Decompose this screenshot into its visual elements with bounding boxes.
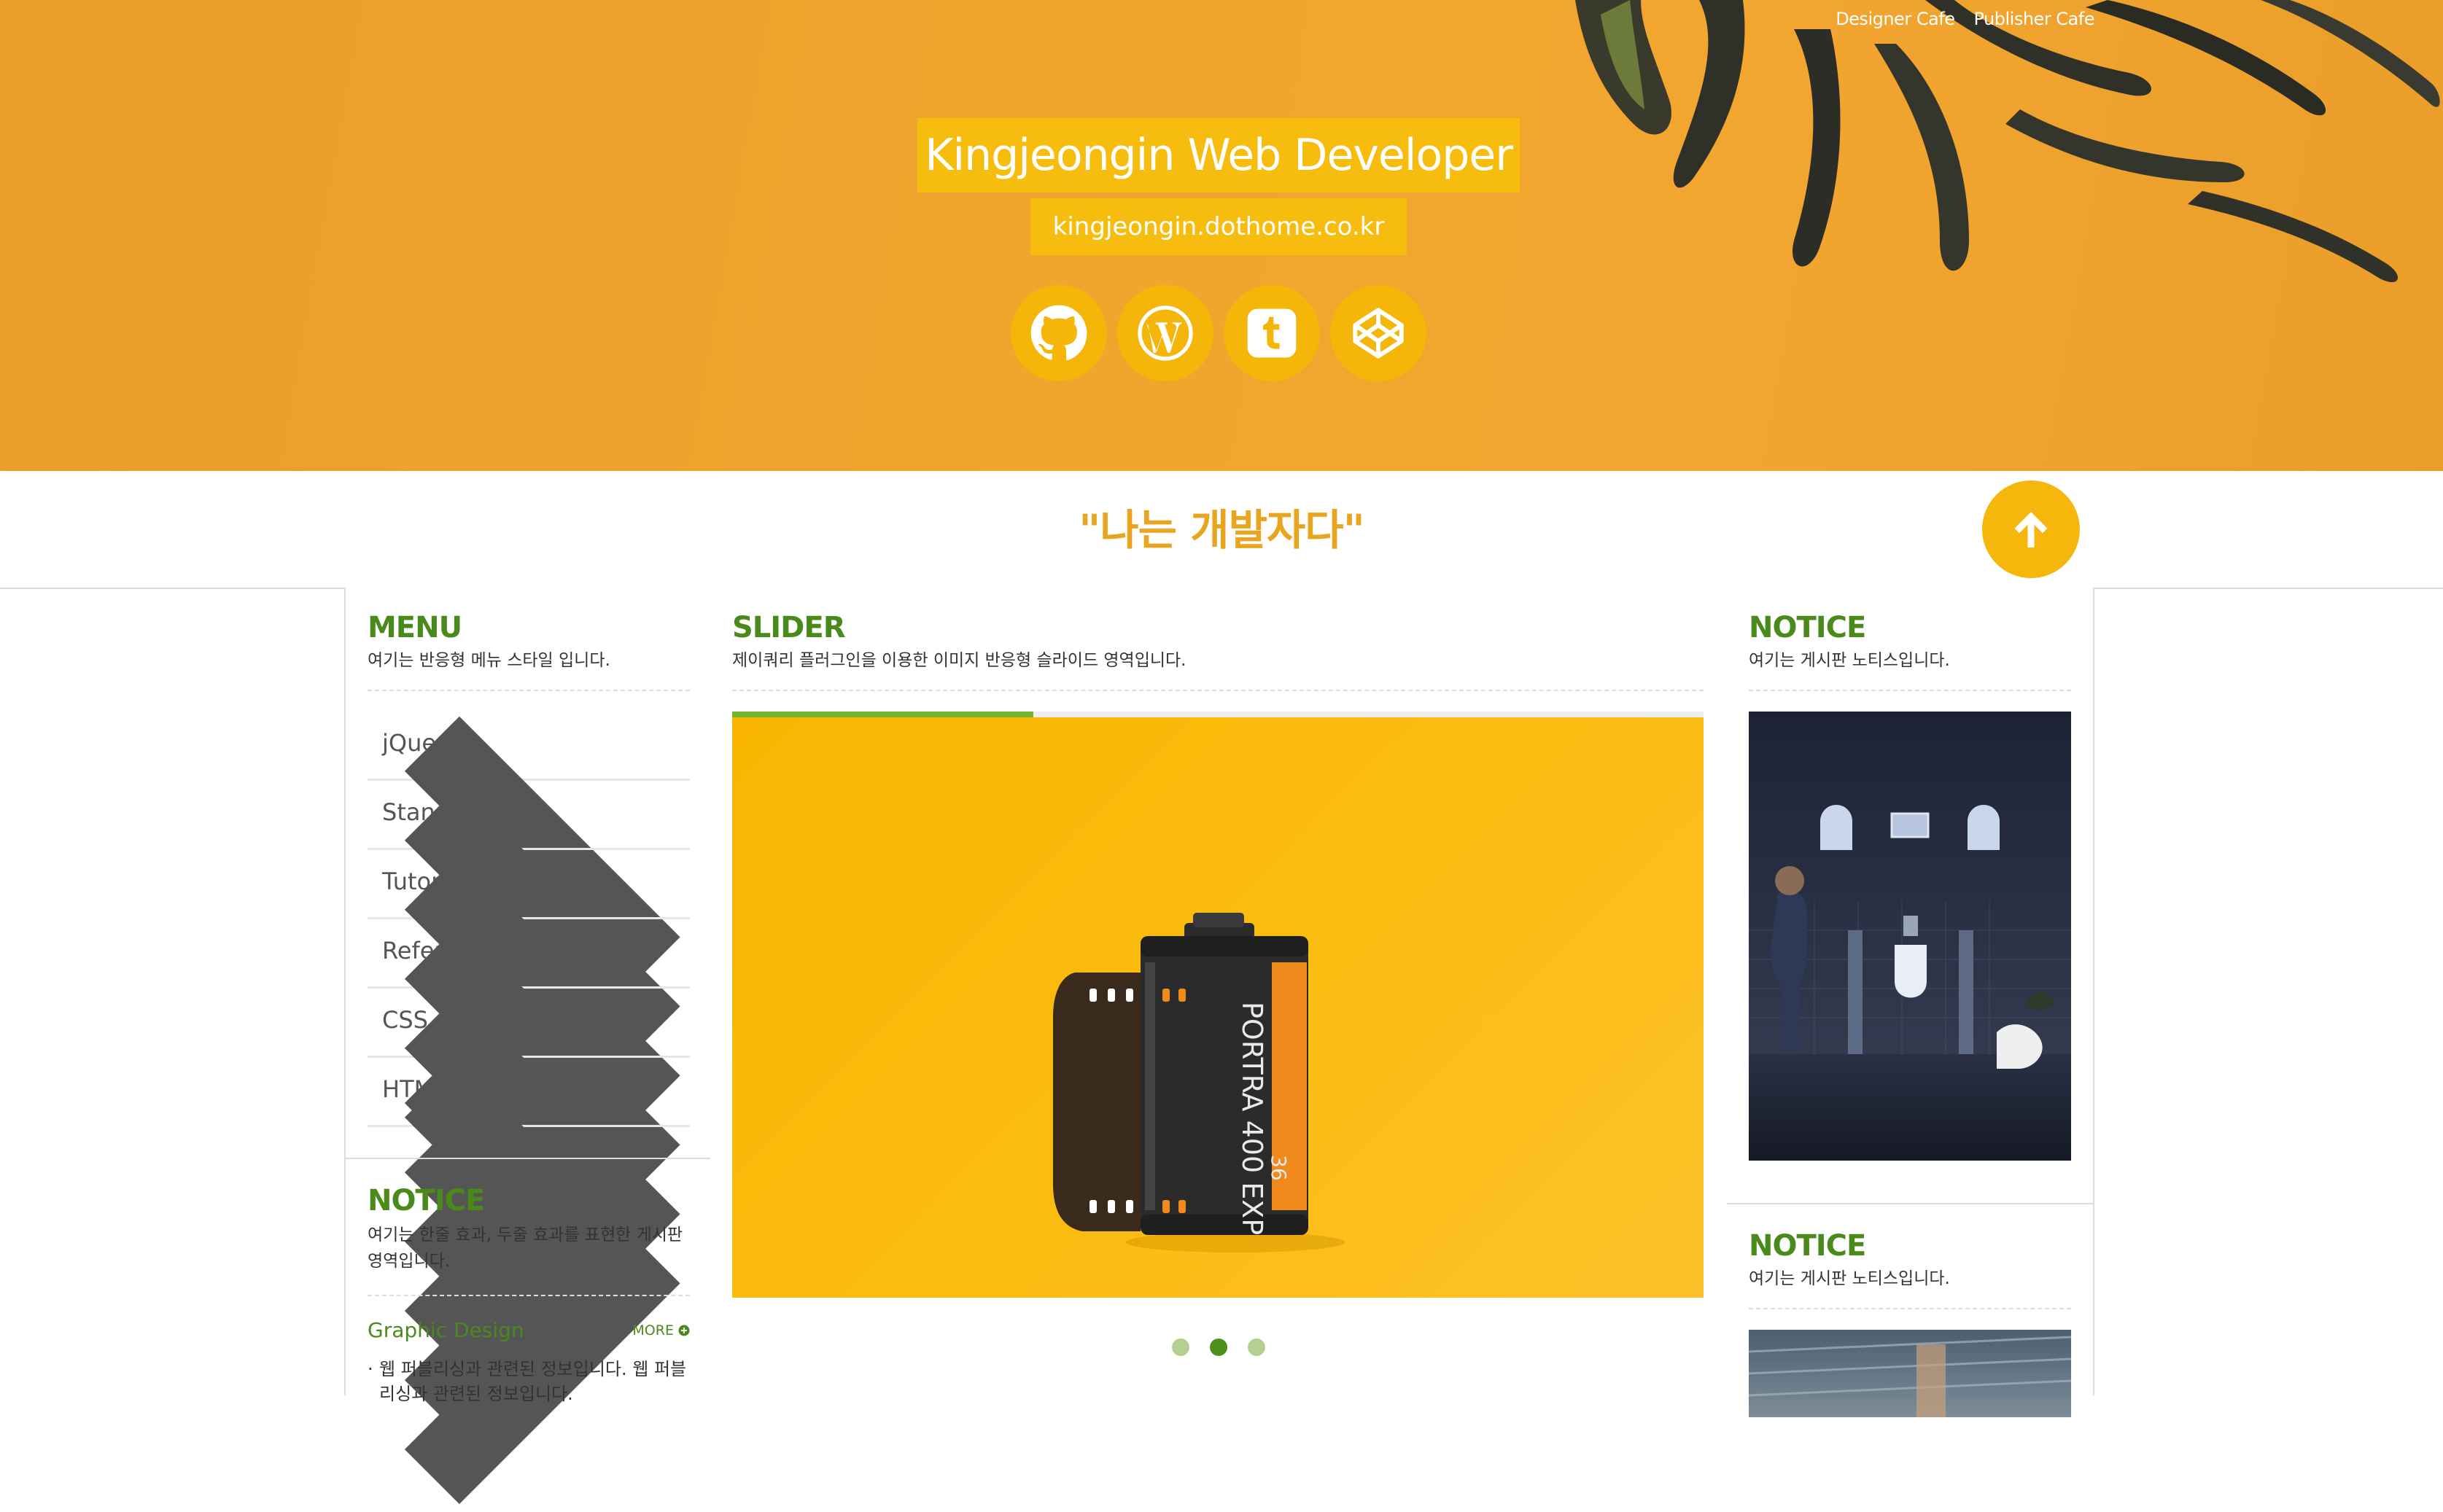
tumblr-button[interactable] (1224, 285, 1320, 381)
restroom-photo (1749, 712, 2071, 1161)
site-url[interactable]: kingjeongin.dothome.co.kr (1030, 198, 1407, 255)
plus-circle-icon (678, 1325, 690, 1336)
menu-item-reference[interactable]: Reference (368, 919, 690, 1366)
slider-progress-track (732, 712, 1704, 717)
menu-desc: 여기는 반응형 메뉴 스타일 입니다. (368, 651, 610, 670)
film-label: PORTRA 400 EXP (1236, 1002, 1268, 1235)
notice-title: NOTICE (1749, 611, 1866, 644)
menu-item-label: CSS (382, 1006, 428, 1034)
notice-image[interactable] (1749, 712, 2071, 1161)
slider-title: SLIDER (732, 611, 846, 644)
codepen-button[interactable] (1330, 285, 1426, 381)
github-icon (1030, 305, 1087, 361)
film-canister-image: PORTRA 400 EXP 36 (1053, 913, 1345, 1252)
menu-item-label: Standard (382, 798, 489, 826)
left-column: MENU 여기는 반응형 메뉴 스타일 입니다. jQuery Standard… (344, 588, 713, 1505)
wordpress-icon (1138, 305, 1193, 361)
tagline-bar: "나는 개발자다" (0, 471, 2443, 589)
notice-title: NOTICE (368, 1184, 485, 1217)
divider (1749, 690, 2071, 691)
notice-desc: 여기는 게시판 노티스입니다. (1749, 651, 1950, 670)
codepen-icon (1353, 308, 1404, 359)
menu-title: MENU (368, 611, 462, 644)
plant-illustration (1575, 0, 2440, 283)
designer-cafe-link[interactable]: Designer Cafe (1836, 9, 1955, 29)
menu-item-label: Reference (382, 937, 500, 965)
slider-pagination (710, 1338, 1727, 1356)
site-title: Kingjeongin Web Developer (917, 118, 1520, 192)
film-count: 36 (1267, 1155, 1291, 1181)
notice-item: Graphic Design MORE 웹 퍼블리싱과 관련된 정보입니다. 웹… (368, 1318, 690, 1406)
slider-section: SLIDER 제이쿼리 플러그인을 이용한 이미지 반응형 슬라이드 영역입니다… (732, 611, 1704, 1298)
notice-title: NOTICE (1749, 1229, 1866, 1263)
menu-item-label: jQuery (382, 729, 460, 757)
top-links: Designer Cafe Publisher Cafe (1836, 9, 2094, 29)
publisher-cafe-link[interactable]: Publisher Cafe (1974, 9, 2095, 29)
middle-column: SLIDER 제이쿼리 플러그인을 이용한 이미지 반응형 슬라이드 영역입니다… (710, 588, 1728, 1395)
menu-item-standard[interactable]: Standard (368, 781, 690, 1228)
menu-list: jQuery Standard Tutorial Reference CSS H… (368, 712, 690, 1505)
section-divider (1727, 1203, 2093, 1204)
menu-section: MENU 여기는 반응형 메뉴 스타일 입니다. jQuery Standard… (368, 611, 690, 1505)
slider-dot[interactable] (1172, 1338, 1189, 1356)
menu-item-html[interactable]: HTML (368, 1058, 690, 1505)
section-divider (346, 1158, 712, 1159)
notice-desc: 여기는 게시판 노티스입니다. (1749, 1269, 1950, 1288)
arrow-up-icon (2014, 512, 2048, 547)
building-photo (1749, 1336, 2071, 1417)
header-hero: Designer Cafe Publisher Cafe Kingjeongin… (0, 0, 2443, 471)
slide-image[interactable]: PORTRA 400 EXP 36 (732, 717, 1704, 1298)
right-column: NOTICE 여기는 게시판 노티스입니다. NOTICE 여기는 게시판 노티… (1727, 588, 2094, 1417)
notice-desc: 여기는 한줄 효과, 두줄 효과를 표현한 게시판 영역입니다. (368, 1225, 683, 1271)
divider (732, 690, 1704, 691)
divider (368, 1295, 690, 1296)
notice-item-text: 웹 퍼블리싱과 관련된 정보입니다. 웹 퍼블리싱과 관련된 정보입니다. (368, 1357, 690, 1406)
slider-progress-fill (732, 712, 1033, 717)
menu-item-label: Tutorial (382, 868, 468, 895)
notice-section-left: NOTICE 여기는 한줄 효과, 두줄 효과를 표현한 게시판 영역입니다. … (368, 1184, 690, 1406)
more-link[interactable]: MORE (632, 1322, 690, 1338)
wordpress-button[interactable] (1117, 285, 1213, 381)
notice-image[interactable] (1749, 1330, 2071, 1417)
menu-item-tutorial[interactable]: Tutorial (368, 850, 690, 1297)
menu-item-jquery[interactable]: jQuery (368, 712, 690, 1158)
more-label: MORE (632, 1322, 674, 1338)
notice-section-right-1: NOTICE 여기는 게시판 노티스입니다. (1749, 611, 2071, 1161)
slider-dot[interactable] (1210, 1338, 1227, 1356)
github-button[interactable] (1011, 285, 1107, 381)
menu-item-label: HTML (382, 1075, 448, 1103)
menu-item-css[interactable]: CSS (368, 989, 690, 1435)
notice-section-right-2: NOTICE 여기는 게시판 노티스입니다. (1749, 1229, 2071, 1417)
scroll-top-button[interactable] (1982, 480, 2080, 578)
slider-dot[interactable] (1248, 1338, 1265, 1356)
divider (368, 690, 690, 691)
divider (1749, 1308, 2071, 1309)
slider-desc: 제이쿼리 플러그인을 이용한 이미지 반응형 슬라이드 영역입니다. (732, 651, 1186, 670)
tumblr-icon (1247, 308, 1297, 358)
